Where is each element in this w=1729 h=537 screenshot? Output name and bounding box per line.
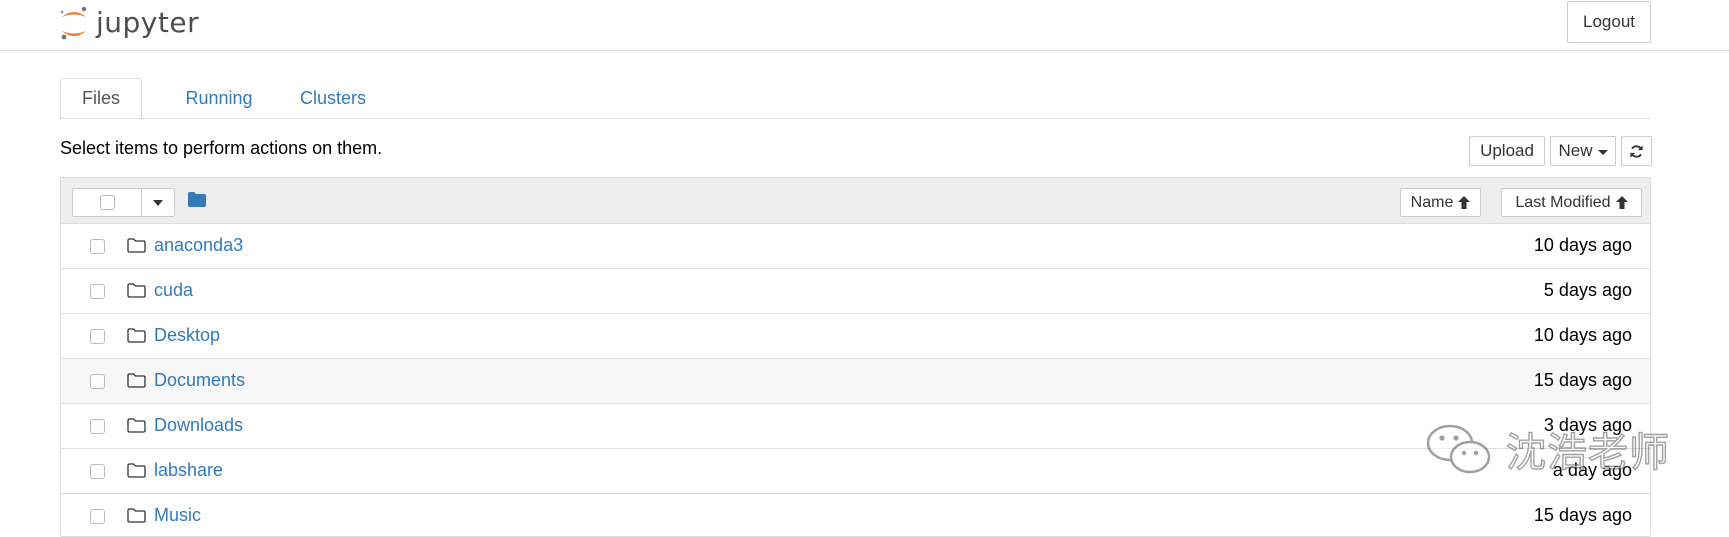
folder-icon [127, 508, 146, 523]
modified-time: 15 days ago [1533, 370, 1632, 390]
refresh-icon [1630, 144, 1643, 158]
logout-button[interactable]: Logout [1567, 1, 1651, 43]
row-checkbox[interactable] [90, 374, 105, 389]
logo-text: jupyter [96, 6, 200, 39]
folder-link[interactable]: cuda [154, 280, 193, 301]
tab-clusters[interactable]: Clusters [278, 78, 388, 119]
sort-by-name-button[interactable]: Name [1400, 188, 1481, 217]
folder-icon [127, 418, 146, 433]
caret-down-icon [1597, 149, 1608, 155]
list-item[interactable]: Music 15 days ago [61, 494, 1650, 536]
top-header: jupyter Logout [0, 0, 1729, 51]
folder-link[interactable]: Desktop [154, 325, 220, 346]
modified-time: 15 days ago [1533, 505, 1632, 525]
select-all-cell[interactable] [73, 189, 142, 216]
folder-link[interactable]: anaconda3 [154, 235, 243, 256]
jupyter-logo-icon [60, 6, 87, 40]
list-item[interactable]: labshare a day ago [61, 449, 1650, 494]
list-item[interactable]: Desktop 10 days ago [61, 314, 1650, 359]
sort-by-modified-button[interactable]: Last Modified [1501, 188, 1642, 217]
arrow-up-icon [1458, 196, 1471, 209]
arrow-up-icon [1615, 196, 1628, 209]
folder-icon [127, 238, 146, 253]
row-checkbox[interactable] [90, 284, 105, 299]
selection-hint: Select items to perform actions on them. [60, 138, 383, 158]
folder-link[interactable]: Documents [154, 370, 245, 391]
jupyter-logo[interactable]: jupyter [58, 2, 199, 44]
refresh-button[interactable] [1621, 136, 1652, 166]
watermark: 沈浩老师 [1424, 420, 1670, 478]
list-item[interactable]: Downloads 3 days ago [61, 404, 1650, 449]
row-checkbox[interactable] [90, 464, 105, 479]
tab-files[interactable]: Files [60, 78, 142, 119]
file-list: Name Last Modified anaconda3 10 days ago… [60, 177, 1651, 537]
select-dropdown-toggle[interactable] [142, 189, 174, 216]
watermark-text: 沈浩老师 [1505, 429, 1670, 476]
select-all-control [72, 188, 175, 217]
folder-link[interactable]: Downloads [154, 415, 243, 436]
list-item[interactable]: Documents 15 days ago [61, 359, 1650, 404]
sort-name-label: Name [1410, 193, 1454, 211]
caret-down-icon [153, 199, 163, 206]
folder-icon [127, 283, 146, 298]
folder-icon [127, 373, 146, 388]
modified-time: 10 days ago [1533, 235, 1632, 255]
folder-icon[interactable] [188, 192, 206, 207]
modified-time: 5 days ago [1543, 280, 1632, 300]
tab-running[interactable]: Running [164, 78, 274, 119]
folder-link[interactable]: labshare [154, 460, 223, 481]
row-checkbox[interactable] [90, 509, 105, 524]
row-checkbox[interactable] [90, 329, 105, 344]
folder-link[interactable]: Music [154, 505, 201, 526]
list-item[interactable]: cuda 5 days ago [61, 269, 1650, 314]
new-button-label: New [1558, 141, 1593, 160]
upload-button[interactable]: Upload [1469, 136, 1545, 166]
row-checkbox[interactable] [90, 419, 105, 434]
sort-modified-label: Last Modified [1515, 193, 1611, 211]
folder-icon [127, 328, 146, 343]
folder-icon [127, 463, 146, 478]
wechat-icon [1426, 424, 1491, 474]
list-header: Name Last Modified [61, 178, 1650, 224]
modified-time: 10 days ago [1533, 325, 1632, 345]
new-button[interactable]: New [1550, 136, 1616, 166]
select-all-checkbox[interactable] [99, 195, 115, 210]
list-item[interactable]: anaconda3 10 days ago [61, 224, 1650, 269]
tabs-divider [60, 118, 1651, 119]
row-checkbox[interactable] [90, 239, 105, 254]
